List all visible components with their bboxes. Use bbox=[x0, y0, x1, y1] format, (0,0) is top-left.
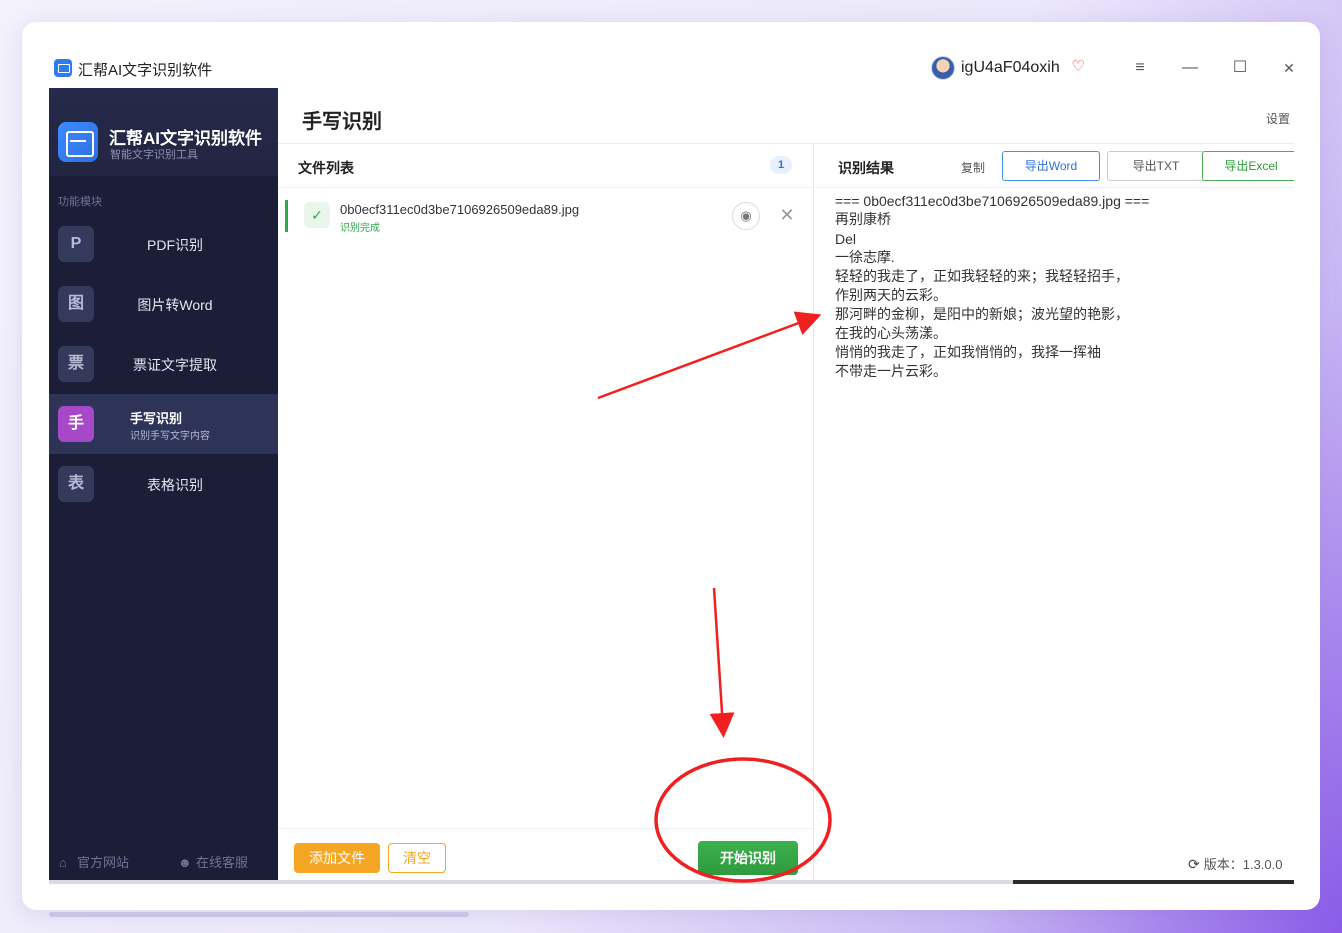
handwriting-icon: 手 bbox=[58, 406, 94, 442]
file-list-panel: 文件列表 1 ✓ 0b0ecf311ec0d3be7106926509eda89… bbox=[278, 144, 814, 884]
sidebar-item-table[interactable]: 表 表格识别 bbox=[49, 454, 278, 514]
preview-eye-icon[interactable]: ◉ bbox=[732, 202, 760, 230]
status-bar-segment bbox=[1013, 880, 1294, 884]
app-window: 汇帮AI文字识别软件 igU4aF04oxih ♡ ≡ — ☐ ✕ 汇帮AI文字… bbox=[49, 48, 1294, 884]
result-line: 那河畔的金柳，是阳中的新娘；波光望的艳影， bbox=[835, 308, 1129, 323]
menu-icon[interactable]: ≡ bbox=[1128, 56, 1152, 80]
sidebar-item-label: PDF识别 bbox=[147, 237, 203, 253]
file-count-badge: 1 bbox=[770, 156, 792, 174]
clear-button[interactable]: 清空 bbox=[388, 843, 446, 873]
remove-file-icon[interactable]: ✕ bbox=[776, 204, 798, 226]
sidebar-item-label: 图片转Word bbox=[137, 297, 213, 313]
support-icon: ☻ bbox=[178, 855, 192, 870]
result-line: 不带走一片云彩。 bbox=[835, 365, 947, 380]
scroll-strip bbox=[49, 912, 469, 917]
file-list-footer: 添加文件 清空 开始识别 bbox=[278, 828, 813, 884]
section-label: 功能模块 bbox=[58, 196, 102, 208]
sidebar-item-desc: 识别手写文字内容 bbox=[130, 431, 210, 442]
title-bar: 汇帮AI文字识别软件 igU4aF04oxih ♡ ≡ — ☐ ✕ bbox=[49, 48, 1294, 88]
result-line: Del bbox=[835, 231, 857, 247]
result-line: 一徐志摩. bbox=[835, 251, 895, 266]
result-textarea[interactable]: === 0b0ecf311ec0d3be7106926509eda89.jpg … bbox=[835, 192, 1285, 382]
add-file-button[interactable]: 添加文件 bbox=[294, 843, 380, 873]
sidebar-item-image-to-word[interactable]: 图 图片转Word bbox=[49, 274, 278, 334]
list-item[interactable]: ✓ 0b0ecf311ec0d3be7106926509eda89.jpg 识别… bbox=[285, 200, 800, 234]
result-line: 作别两天的云彩。 bbox=[835, 289, 947, 304]
export-word-button[interactable]: 导出Word bbox=[1002, 151, 1100, 181]
home-icon: ⌂ bbox=[59, 855, 67, 870]
file-name: 0b0ecf311ec0d3be7106926509eda89.jpg bbox=[340, 202, 580, 217]
version-label: ⟳ 版本：1.3.0.0 bbox=[1188, 854, 1283, 873]
sidebar-item-label: 表格识别 bbox=[147, 477, 203, 493]
settings-link[interactable]: 设置 bbox=[1266, 110, 1290, 127]
result-line: 再别康桥 bbox=[835, 213, 891, 228]
result-title: 识别结果 bbox=[838, 160, 894, 176]
app-logo-icon bbox=[54, 59, 72, 77]
export-txt-button[interactable]: 导出TXT bbox=[1107, 151, 1205, 181]
sidebar-item-label: 手写识别 bbox=[130, 411, 183, 426]
sidebar-item-pdf[interactable]: P PDF识别 bbox=[49, 214, 278, 274]
username[interactable]: igU4aF04oxih bbox=[961, 59, 1060, 77]
brand-subtitle: 智能文字识别工具 bbox=[110, 149, 198, 161]
online-support-label: 在线客服 bbox=[196, 855, 249, 870]
maximize-icon[interactable]: ☐ bbox=[1228, 56, 1252, 80]
receipt-icon: 票 bbox=[58, 346, 94, 382]
result-panel: 识别结果 复制 导出Word 导出TXT 导出Excel === 0b0ecf3… bbox=[816, 144, 1294, 884]
file-list-header: 文件列表 1 bbox=[278, 144, 813, 188]
result-line: 悄悄的我走了，正如我悄悄的，我择一挥袖 bbox=[835, 346, 1101, 361]
avatar[interactable] bbox=[931, 56, 955, 80]
brand-scan-icon bbox=[58, 122, 98, 162]
vip-heart-icon[interactable]: ♡ bbox=[1070, 59, 1086, 75]
main-header: 手写识别 设置 bbox=[278, 88, 1294, 144]
pdf-icon: P bbox=[58, 226, 94, 262]
result-line: 轻轻的我走了，正如我轻轻的来；我轻轻招手， bbox=[835, 270, 1129, 285]
start-recognition-button[interactable]: 开始识别 bbox=[698, 841, 798, 875]
export-excel-button[interactable]: 导出Excel bbox=[1202, 151, 1294, 181]
sidebar-item-handwriting[interactable]: 手 手写识别 识别手写文字内容 bbox=[49, 394, 278, 454]
official-site-link[interactable]: ⌂ 官方网站 bbox=[59, 852, 129, 871]
sidebar-item-label: 票证文字提取 bbox=[133, 357, 217, 373]
file-status: 识别完成 bbox=[340, 223, 380, 234]
brand-block: 汇帮AI文字识别软件 智能文字识别工具 bbox=[49, 88, 278, 176]
image-icon: 图 bbox=[58, 286, 94, 322]
result-line: === 0b0ecf311ec0d3be7106926509eda89.jpg … bbox=[835, 193, 1150, 209]
copy-button[interactable]: 复制 bbox=[961, 159, 985, 176]
file-list-title: 文件列表 bbox=[298, 160, 354, 176]
online-support-link[interactable]: ☻ 在线客服 bbox=[178, 852, 248, 871]
close-icon[interactable]: ✕ bbox=[1277, 56, 1294, 80]
version-text: 版本：1.3.0.0 bbox=[1203, 857, 1283, 872]
window-title: 汇帮AI文字识别软件 bbox=[78, 62, 213, 79]
table-icon: 表 bbox=[58, 466, 94, 502]
sidebar: 汇帮AI文字识别软件 智能文字识别工具 功能模块 P PDF识别 图 图片转Wo… bbox=[49, 88, 278, 884]
result-line: 在我的心头荡漾。 bbox=[835, 327, 947, 342]
refresh-icon[interactable]: ⟳ bbox=[1188, 856, 1200, 873]
check-icon: ✓ bbox=[304, 202, 330, 228]
result-header: 识别结果 复制 导出Word 导出TXT 导出Excel bbox=[816, 144, 1294, 188]
page-title: 手写识别 bbox=[302, 111, 382, 133]
sidebar-item-receipt[interactable]: 票 票证文字提取 bbox=[49, 334, 278, 394]
official-site-label: 官方网站 bbox=[77, 855, 130, 870]
minimize-icon[interactable]: — bbox=[1178, 56, 1202, 80]
